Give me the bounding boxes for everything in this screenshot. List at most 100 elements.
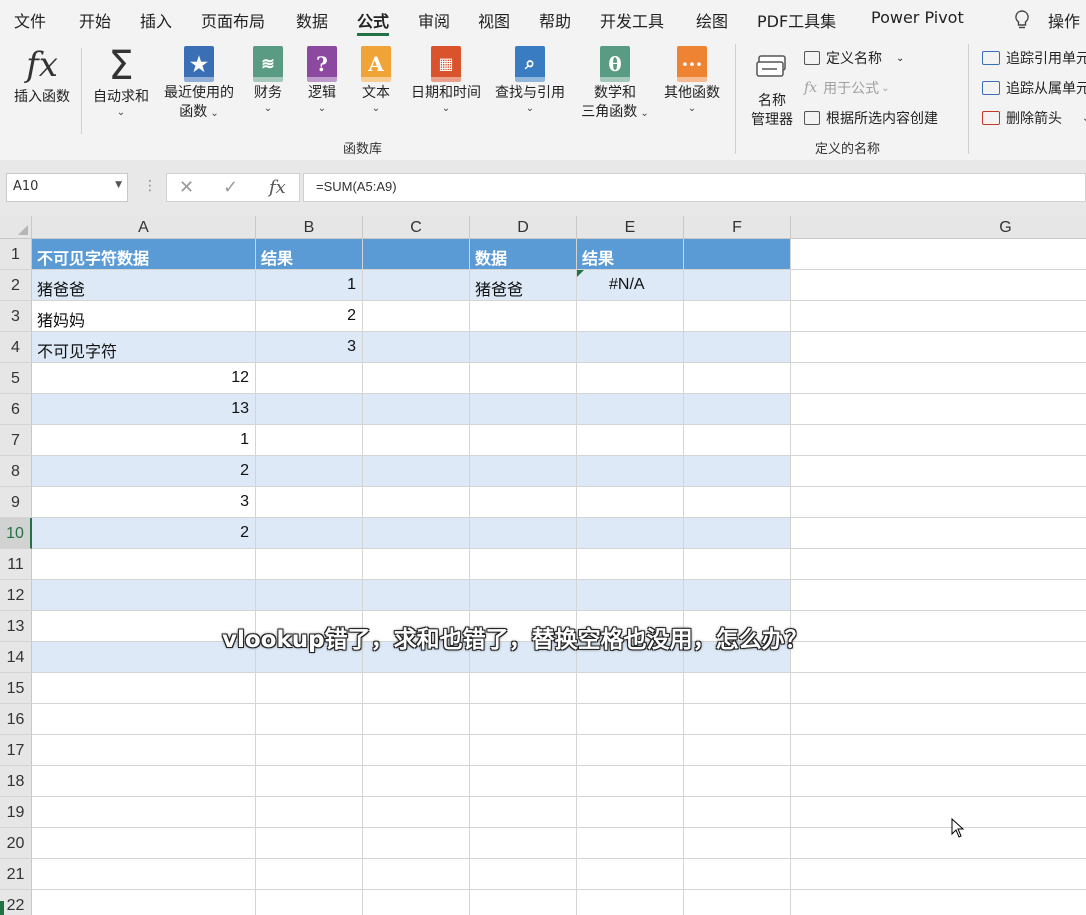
cell-a4[interactable]: 不可见字符	[32, 332, 256, 363]
cell-b3[interactable]: 2	[256, 301, 363, 332]
cell-g11[interactable]	[791, 549, 1086, 580]
recently-used-button[interactable]: ★ 最近使用的 函数 ⌄	[158, 46, 240, 122]
tab-data[interactable]: 数据	[296, 8, 328, 32]
cell-d15[interactable]	[470, 673, 577, 704]
row-header-17[interactable]: 17	[0, 735, 32, 766]
more-functions-button[interactable]: ··· 其他函数 ⌄	[658, 46, 726, 115]
cell-f20[interactable]	[684, 828, 791, 859]
cell-e10[interactable]	[577, 518, 684, 549]
cell-a9[interactable]: 3	[32, 487, 256, 518]
cell-f8[interactable]	[684, 456, 791, 487]
cell-c22[interactable]	[363, 890, 470, 915]
cell-a22[interactable]	[32, 890, 256, 915]
row-header-18[interactable]: 18	[0, 766, 32, 797]
cell-d21[interactable]	[470, 859, 577, 890]
name-manager-button[interactable]: 名称 管理器	[745, 48, 799, 130]
cell-d19[interactable]	[470, 797, 577, 828]
cell-c9[interactable]	[363, 487, 470, 518]
cell-b12[interactable]	[256, 580, 363, 611]
cell-d22[interactable]	[470, 890, 577, 915]
row-header-21[interactable]: 21	[0, 859, 32, 890]
cell-e7[interactable]	[577, 425, 684, 456]
cell-d2[interactable]: 猪爸爸	[470, 270, 577, 301]
text-button[interactable]: A 文本 ⌄	[354, 46, 398, 115]
cell-e15[interactable]	[577, 673, 684, 704]
cell-a2[interactable]: 猪爸爸	[32, 270, 256, 301]
cell-e11[interactable]	[577, 549, 684, 580]
row-header-20[interactable]: 20	[0, 828, 32, 859]
cell-e4[interactable]	[577, 332, 684, 363]
cell-c4[interactable]	[363, 332, 470, 363]
column-header-d[interactable]: D	[470, 216, 577, 239]
cell-b8[interactable]	[256, 456, 363, 487]
tab-draw[interactable]: 绘图	[696, 8, 728, 32]
trace-precedents-button[interactable]: 追踪引用单元	[982, 48, 1086, 68]
cell-f17[interactable]	[684, 735, 791, 766]
cell-f5[interactable]	[684, 363, 791, 394]
row-header-3[interactable]: 3	[0, 301, 32, 332]
cell-d10[interactable]	[470, 518, 577, 549]
cell-a20[interactable]	[32, 828, 256, 859]
cell-b11[interactable]	[256, 549, 363, 580]
cell-f16[interactable]	[684, 704, 791, 735]
cell-e17[interactable]	[577, 735, 684, 766]
cell-c17[interactable]	[363, 735, 470, 766]
cell-d16[interactable]	[470, 704, 577, 735]
cell-a5[interactable]: 12	[32, 363, 256, 394]
insert-function-button[interactable]: fx 插入函数	[8, 46, 76, 107]
tell-me-search[interactable]: 操作	[1048, 8, 1080, 32]
row-header-1[interactable]: 1	[0, 239, 32, 270]
name-box[interactable]: A10 ▼	[6, 173, 128, 202]
cell-g13[interactable]	[791, 611, 1086, 642]
cell-e8[interactable]	[577, 456, 684, 487]
row-header-9[interactable]: 9	[0, 487, 32, 518]
cell-g3[interactable]	[791, 301, 1086, 332]
create-from-selection-button[interactable]: 根据所选内容创建	[804, 108, 938, 128]
row-header-11[interactable]: 11	[0, 549, 32, 580]
tab-file[interactable]: 文件	[14, 8, 46, 32]
cell-f4[interactable]	[684, 332, 791, 363]
cell-b17[interactable]	[256, 735, 363, 766]
financial-button[interactable]: ≋ 财务 ⌄	[245, 46, 291, 115]
row-header-7[interactable]: 7	[0, 425, 32, 456]
cell-d11[interactable]	[470, 549, 577, 580]
cell-g20[interactable]	[791, 828, 1086, 859]
select-all-button[interactable]	[0, 216, 32, 239]
cell-g16[interactable]	[791, 704, 1086, 735]
cell-g5[interactable]	[791, 363, 1086, 394]
cell-a17[interactable]	[32, 735, 256, 766]
cell-d9[interactable]	[470, 487, 577, 518]
cell-d7[interactable]	[470, 425, 577, 456]
tab-insert[interactable]: 插入	[140, 8, 172, 32]
cell-g19[interactable]	[791, 797, 1086, 828]
cell-e6[interactable]	[577, 394, 684, 425]
tab-pdf-tools[interactable]: PDF工具集	[757, 8, 836, 32]
cell-e20[interactable]	[577, 828, 684, 859]
logical-button[interactable]: ? 逻辑 ⌄	[300, 46, 344, 115]
cell-f12[interactable]	[684, 580, 791, 611]
cell-a18[interactable]	[32, 766, 256, 797]
cell-e9[interactable]	[577, 487, 684, 518]
cell-a16[interactable]	[32, 704, 256, 735]
cell-f2[interactable]	[684, 270, 791, 301]
cell-f15[interactable]	[684, 673, 791, 704]
cell-g7[interactable]	[791, 425, 1086, 456]
cell-g8[interactable]	[791, 456, 1086, 487]
cell-c2[interactable]	[363, 270, 470, 301]
cell-g1[interactable]	[791, 239, 1086, 270]
cell-c5[interactable]	[363, 363, 470, 394]
cell-f18[interactable]	[684, 766, 791, 797]
row-header-10[interactable]: 10	[0, 518, 32, 549]
cell-a7[interactable]: 1	[32, 425, 256, 456]
cell-e22[interactable]	[577, 890, 684, 915]
trace-dependents-button[interactable]: 追踪从属单元	[982, 78, 1086, 98]
cell-c20[interactable]	[363, 828, 470, 859]
resize-handle-icon[interactable]: ⋮	[143, 178, 157, 194]
cell-a6[interactable]: 13	[32, 394, 256, 425]
cell-c15[interactable]	[363, 673, 470, 704]
cell-b21[interactable]	[256, 859, 363, 890]
date-time-button[interactable]: ▦ 日期和时间 ⌄	[406, 46, 486, 115]
enter-check-icon[interactable]: ✓	[223, 177, 238, 198]
cell-c11[interactable]	[363, 549, 470, 580]
cell-b4[interactable]: 3	[256, 332, 363, 363]
